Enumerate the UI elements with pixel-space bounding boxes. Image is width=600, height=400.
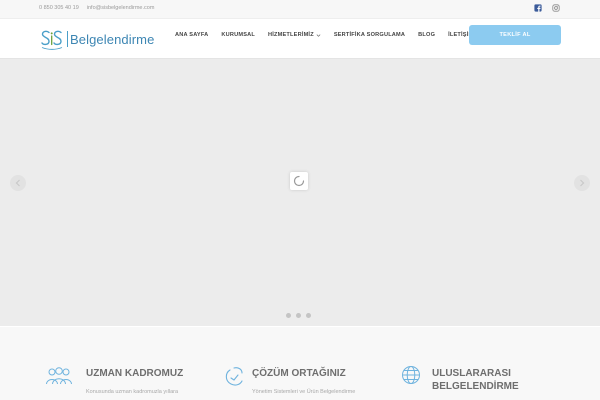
slider-loader <box>290 172 308 190</box>
feature-title: UZMAN KADROMUZ <box>86 368 184 379</box>
feature-title: ULUSLARARASI BELGELENDİRME <box>432 368 519 392</box>
sis-logo-icon <box>41 30 63 50</box>
slider-dot[interactable] <box>286 313 291 318</box>
chevron-down-icon <box>316 33 321 37</box>
feature-description: Yönetim Sistemleri ve Ürün Belgelendirme <box>252 389 356 395</box>
features-section: UZMAN KADROMUZ Konusunda uzman kadromuzl… <box>0 327 600 400</box>
logo-divider <box>67 31 68 47</box>
slider-pagination <box>286 313 311 318</box>
slider-dot[interactable] <box>306 313 311 318</box>
spinner-icon <box>293 175 305 187</box>
email-address[interactable]: info@sisbelgelendirme.com <box>87 5 155 11</box>
team-icon <box>46 367 72 385</box>
nav-label: ANA SAYFA <box>175 32 209 38</box>
site-header: Belgelendirme ANA SAYFA KURUMSAL HİZMETL… <box>0 19 600 58</box>
facebook-icon[interactable] <box>534 4 542 12</box>
nav-label: BLOG <box>418 32 436 38</box>
nav-item-sertifika-sorgulama[interactable]: SERTİFİKA SORGULAMA <box>334 32 405 38</box>
logo-text: Belgelendirme <box>70 31 155 47</box>
instagram-icon[interactable] <box>552 4 560 12</box>
main-nav: ANA SAYFA KURUMSAL HİZMETLERİMİZ SERTİFİ… <box>175 32 486 38</box>
nav-label: HİZMETLERİMİZ <box>268 32 314 38</box>
top-bar: 0 850 305 40 19 info@sisbelgelendirme.co… <box>0 0 600 19</box>
contact-info: 0 850 305 40 19 info@sisbelgelendirme.co… <box>39 5 154 11</box>
nav-item-blog[interactable]: BLOG <box>418 32 435 38</box>
chevron-right-icon[interactable] <box>573 174 591 192</box>
slider-dot[interactable] <box>296 313 301 318</box>
chevron-left-icon[interactable] <box>9 174 27 192</box>
social-links <box>534 4 560 12</box>
hero-slider <box>0 58 600 326</box>
handshake-icon <box>225 367 243 386</box>
nav-label: KURUMSAL <box>221 32 256 38</box>
globe-icon <box>402 366 420 384</box>
nav-label: SERTİFİKA SORGULAMA <box>333 32 406 38</box>
nav-item-hizmetlerimiz[interactable]: HİZMETLERİMİZ <box>268 32 321 38</box>
teklif-al-button[interactable]: TEKLİF AL <box>469 25 561 45</box>
site-logo[interactable]: Belgelendirme <box>40 26 154 52</box>
nav-item-kurumsal[interactable]: KURUMSAL <box>221 32 255 38</box>
feature-title: ÇÖZÜM ORTAĞINIZ <box>252 368 346 379</box>
nav-item-ana-sayfa[interactable]: ANA SAYFA <box>175 32 208 38</box>
feature-description: Konusunda uzman kadromuzla yıllara <box>86 389 179 395</box>
phone-number[interactable]: 0 850 305 40 19 <box>39 5 79 11</box>
